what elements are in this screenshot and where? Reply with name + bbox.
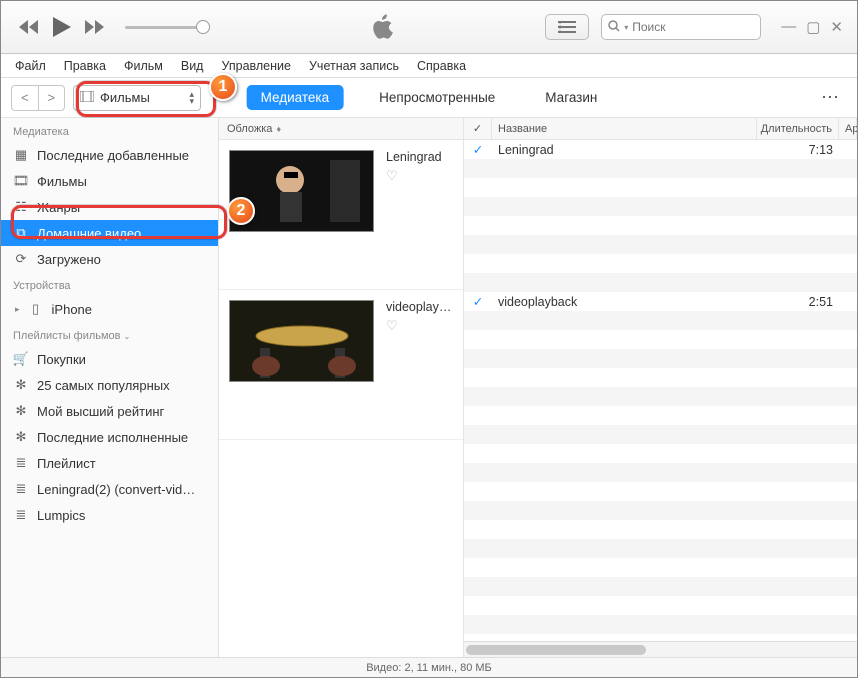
col-extra[interactable]: Ар [839,118,857,139]
check-icon[interactable]: ✓ [464,294,492,309]
track-name: Leningrad [492,143,757,157]
sidebar-item-downloaded[interactable]: ⟳Загружено [1,246,218,272]
search-icon [608,20,620,35]
updown-icon: ▴▾ [189,91,194,105]
list-view-button[interactable] [545,14,589,40]
video-thumbnail [229,300,374,382]
search-box[interactable]: ▾ [601,14,761,40]
playlist-icon: ≣ [13,455,29,471]
next-track-button[interactable] [85,20,105,34]
sidebar-heading-playlists: Плейлисты фильмов ⌄ [1,322,218,346]
sidebar-item-playlist[interactable]: ≣Плейлист [1,450,218,476]
volume-thumb[interactable] [196,20,210,34]
sidebar-item-movies[interactable]: 🎞Фильмы [1,168,218,194]
app-window: ▾ — ▢ ✕ Файл Правка Фильм Вид Управление… [0,0,858,678]
check-icon[interactable]: ✓ [464,142,492,157]
category-label: Фильмы [100,90,150,105]
play-button[interactable] [53,17,71,37]
more-button[interactable]: ⋯ [821,87,847,108]
apple-logo-icon [221,14,545,40]
nav-forward-button[interactable]: > [39,86,65,110]
subbar: < > Фильмы ▴▾ Медиатека Непросмотренные … [1,78,857,118]
sidebar-item-genres[interactable]: ☷Жанры [1,194,218,220]
home-video-icon: ⧉ [13,225,29,241]
prev-track-button[interactable] [19,20,39,34]
category-dropdown[interactable]: Фильмы ▴▾ [73,85,201,111]
statusbar: Видео: 2, 11 мин., 80 МБ [1,657,857,677]
close-button[interactable]: ✕ [830,18,843,36]
horizontal-scrollbar[interactable] [464,641,857,657]
grid-icon: ▦ [13,147,29,163]
heart-icon[interactable]: ♡ [386,168,442,184]
menu-view[interactable]: Вид [175,57,210,75]
cart-icon: 🛒 [13,351,29,367]
disclosure-icon: ▸ [15,304,20,315]
sort-icon: ♦ [276,124,281,134]
album-header[interactable]: Обложка ♦ [219,118,463,140]
sidebar-item-top-rated[interactable]: ✻Мой высший рейтинг [1,398,218,424]
menu-help[interactable]: Справка [411,57,472,75]
track-name: videoplayback [492,295,757,309]
track-header: ✓ Название Длительность Ар [464,118,857,140]
sidebar: Медиатека ▦Последние добавленные 🎞Фильмы… [1,118,219,657]
sidebar-item-top25[interactable]: ✻25 самых популярных [1,372,218,398]
gear-icon: ✻ [13,377,29,393]
sidebar-item-recent[interactable]: ▦Последние добавленные [1,142,218,168]
gear-icon: ✻ [13,429,29,445]
gear-icon: ✻ [13,403,29,419]
tab-store[interactable]: Магазин [531,85,611,110]
scrollbar-thumb[interactable] [466,645,646,655]
film-icon: 🎞 [13,173,29,189]
film-icon [80,90,94,105]
volume-slider[interactable] [125,26,203,29]
sidebar-item-leningrad2[interactable]: ≣Leningrad(2) (convert-vid… [1,476,218,502]
col-duration[interactable]: Длительность [757,118,839,139]
sidebar-heading-library: Медиатека [1,118,218,142]
maximize-button[interactable]: ▢ [806,18,820,36]
album-row[interactable]: videoplay… ♡ [219,290,463,440]
album-title: videoplay… [386,300,451,314]
callout-1: 1 [209,73,237,101]
heart-icon[interactable]: ♡ [386,318,451,334]
track-row[interactable]: ✓ Leningrad 7:13 [464,140,857,159]
menu-account[interactable]: Учетная запись [303,57,405,75]
genres-icon: ☷ [13,199,29,215]
sidebar-item-purchases[interactable]: 🛒Покупки [1,346,218,372]
album-pane: Обложка ♦ Leningrad ♡ [219,118,464,657]
track-duration: 2:51 [757,295,839,309]
col-name[interactable]: Название [492,118,757,139]
menu-controls[interactable]: Управление [215,57,297,75]
tab-library[interactable]: Медиатека [247,85,344,110]
phone-icon: ▯ [28,301,44,317]
track-duration: 7:13 [757,143,839,157]
chevron-down-icon: ▾ [624,23,628,32]
nav-history: < > [11,85,65,111]
minimize-button[interactable]: — [781,18,796,36]
album-title: Leningrad [386,150,442,164]
menu-movie[interactable]: Фильм [118,57,169,75]
search-input[interactable] [632,20,754,34]
menu-edit[interactable]: Правка [58,57,112,75]
sidebar-item-recent-played[interactable]: ✻Последние исполненные [1,424,218,450]
titlebar: ▾ — ▢ ✕ [1,1,857,54]
chevron-down-icon[interactable]: ⌄ [124,332,131,341]
sidebar-item-home-videos[interactable]: ⧉Домашние видео [1,220,218,246]
sidebar-item-lumpics[interactable]: ≣Lumpics [1,502,218,528]
album-row[interactable]: Leningrad ♡ [219,140,463,290]
col-checked[interactable]: ✓ [464,118,492,139]
menubar: Файл Правка Фильм Вид Управление Учетная… [1,54,857,78]
sidebar-item-iphone[interactable]: ▸▯iPhone [1,296,218,322]
nav-back-button[interactable]: < [12,86,39,110]
track-body: ✓ Leningrad 7:13 ✓ videoplayback 2:51 [464,140,857,641]
playlist-icon: ≣ [13,481,29,497]
track-row[interactable]: ✓ videoplayback 2:51 [464,292,857,311]
sidebar-heading-devices: Устройства [1,272,218,296]
tab-unwatched[interactable]: Непросмотренные [365,85,509,110]
callout-2: 2 [227,197,255,225]
menu-file[interactable]: Файл [9,57,52,75]
track-pane: ✓ Название Длительность Ар ✓ Leningrad 7… [464,118,857,657]
playlist-icon: ≣ [13,507,29,523]
download-icon: ⟳ [13,251,29,267]
